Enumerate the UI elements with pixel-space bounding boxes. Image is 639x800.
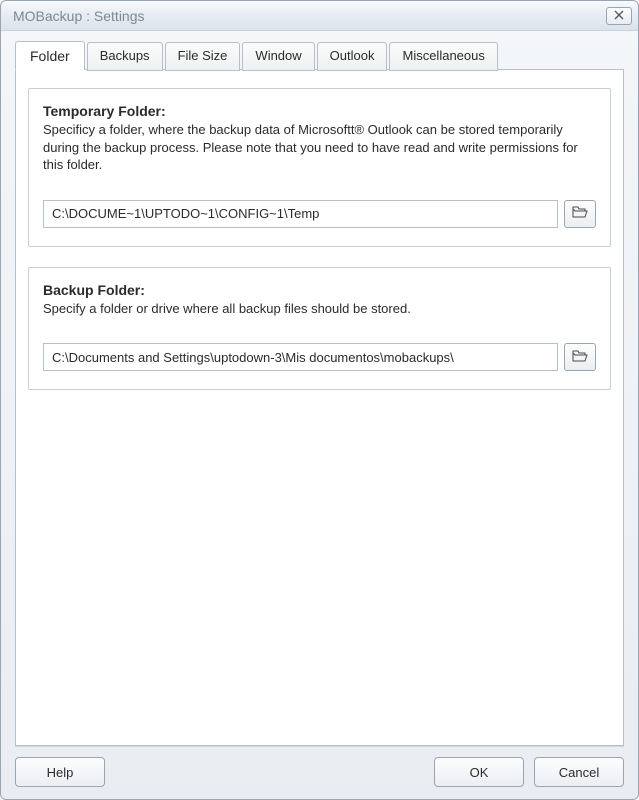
- tab-miscellaneous[interactable]: Miscellaneous: [389, 42, 497, 71]
- tab-label: Outlook: [330, 48, 375, 63]
- temp-folder-row: [43, 200, 596, 228]
- backup-folder-browse-button[interactable]: [564, 343, 596, 371]
- close-button[interactable]: [606, 7, 632, 25]
- group-temporary-folder: Temporary Folder: Specificy a folder, wh…: [28, 88, 611, 247]
- footer: Help OK Cancel: [15, 746, 624, 787]
- tab-backups[interactable]: Backups: [87, 42, 163, 71]
- backup-folder-input[interactable]: [43, 343, 558, 371]
- group-backup-folder: Backup Folder: Specify a folder or drive…: [28, 267, 611, 391]
- folder-open-icon: [572, 206, 588, 221]
- tab-file-size[interactable]: File Size: [165, 42, 241, 71]
- group-description: Specificy a folder, where the backup dat…: [43, 121, 596, 174]
- folder-open-icon: [572, 350, 588, 365]
- tab-label: Miscellaneous: [402, 48, 484, 63]
- tabstrip: Folder Backups File Size Window Outlook …: [15, 41, 624, 70]
- tab-label: Folder: [30, 48, 70, 64]
- temp-folder-browse-button[interactable]: [564, 200, 596, 228]
- tab-label: File Size: [178, 48, 228, 63]
- client-area: Folder Backups File Size Window Outlook …: [1, 31, 638, 799]
- tab-label: Backups: [100, 48, 150, 63]
- window-title: MOBackup : Settings: [13, 8, 145, 24]
- group-title: Backup Folder:: [43, 282, 596, 298]
- temp-folder-input[interactable]: [43, 200, 558, 228]
- cancel-button[interactable]: Cancel: [534, 757, 624, 787]
- group-title: Temporary Folder:: [43, 103, 596, 119]
- help-button[interactable]: Help: [15, 757, 105, 787]
- tab-window[interactable]: Window: [242, 42, 314, 71]
- group-description: Specify a folder or drive where all back…: [43, 300, 596, 318]
- tabpage-folder: Temporary Folder: Specificy a folder, wh…: [15, 69, 624, 746]
- backup-folder-row: [43, 343, 596, 371]
- titlebar[interactable]: MOBackup : Settings: [1, 1, 638, 31]
- settings-window: MOBackup : Settings Folder Backups File …: [0, 0, 639, 800]
- ok-button[interactable]: OK: [434, 757, 524, 787]
- tab-label: Window: [255, 48, 301, 63]
- tab-folder[interactable]: Folder: [15, 41, 85, 70]
- close-icon: [614, 8, 624, 23]
- tab-outlook[interactable]: Outlook: [317, 42, 388, 71]
